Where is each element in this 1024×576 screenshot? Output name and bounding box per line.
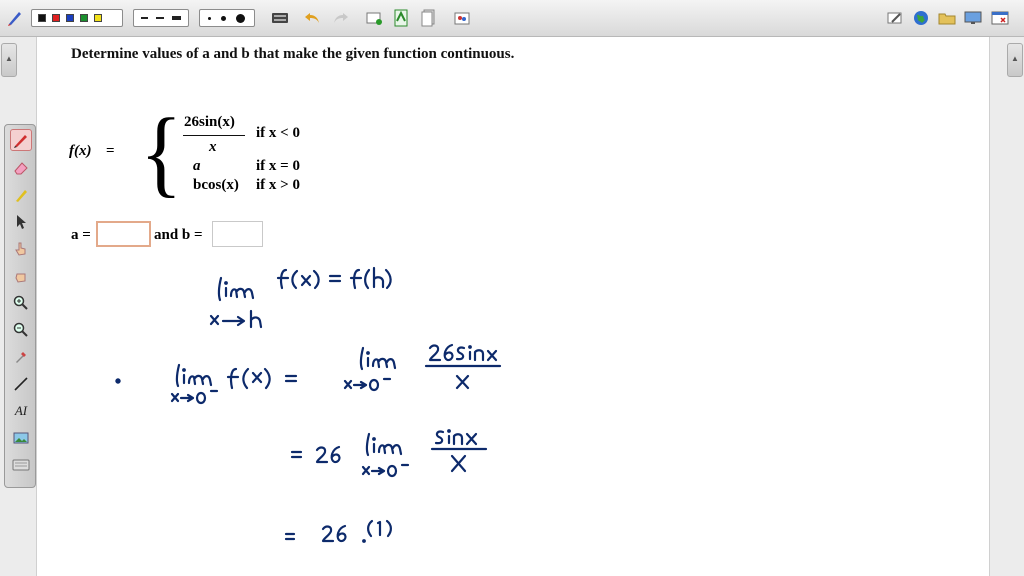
ink-line-4 [343, 343, 502, 392]
ink-line-1 [217, 266, 392, 302]
ink-line-6 [284, 519, 392, 543]
ink-bullet-dot [115, 378, 121, 384]
handwriting-layer [115, 266, 502, 543]
ink-line-2 [209, 309, 263, 329]
ink-line-5 [290, 429, 488, 478]
ink-line-3 [170, 363, 298, 405]
